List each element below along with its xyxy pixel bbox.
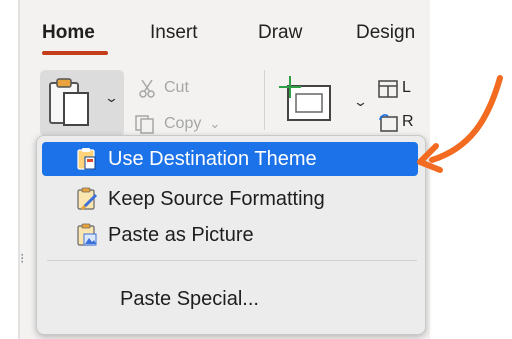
paste-chevron-down-icon[interactable]: ⌄ [104, 90, 119, 106]
tab-design[interactable]: Design [356, 22, 415, 44]
clipboard-picture-icon [77, 223, 97, 246]
copy-button[interactable]: Copy ⌄ [134, 114, 220, 134]
slide-panel-marker: ⁝ [20, 250, 25, 266]
new-slide-chevron-icon[interactable]: ⌄ [353, 94, 368, 110]
tab-draw[interactable]: Draw [258, 22, 302, 44]
menu-item-label: Keep Source Formatting [108, 187, 325, 210]
menu-item-label: Use Destination Theme [108, 147, 317, 170]
reset-label[interactable]: R [402, 113, 414, 131]
layout-label[interactable]: L [402, 79, 411, 97]
ribbon-tabs: Home Insert Draw Design [20, 0, 430, 60]
reset-icon[interactable] [378, 114, 398, 132]
ribbon-separator [264, 70, 265, 130]
copy-icon [135, 115, 154, 134]
scissors-icon [139, 79, 155, 98]
paste-options-menu: Use Destination Theme Keep Source Format… [36, 135, 426, 335]
clipboard-theme-icon [77, 148, 96, 170]
paste-button[interactable]: ⌄ [40, 70, 124, 136]
clipboard-icon [49, 78, 89, 126]
new-slide-icon[interactable] [276, 74, 338, 130]
menu-item-label: Paste Special... [120, 287, 259, 310]
menu-item-paste-special[interactable]: Paste Special... [42, 282, 418, 316]
menu-item-use-destination-theme[interactable]: Use Destination Theme [42, 142, 418, 176]
menu-item-label: Paste as Picture [108, 223, 254, 246]
clipboard-brush-icon [77, 187, 98, 211]
menu-item-keep-source-formatting[interactable]: Keep Source Formatting [42, 182, 418, 216]
copy-label: Copy [164, 115, 202, 132]
layout-icon[interactable] [378, 80, 398, 98]
copy-chevron-icon[interactable]: ⌄ [209, 116, 220, 132]
tab-insert[interactable]: Insert [150, 22, 198, 44]
active-tab-underline [42, 51, 108, 55]
cut-label: Cut [164, 79, 189, 96]
menu-separator [47, 260, 417, 261]
menu-item-paste-as-picture[interactable]: Paste as Picture [42, 218, 418, 252]
tab-home[interactable]: Home [42, 22, 95, 44]
cut-button[interactable]: Cut [138, 78, 189, 98]
